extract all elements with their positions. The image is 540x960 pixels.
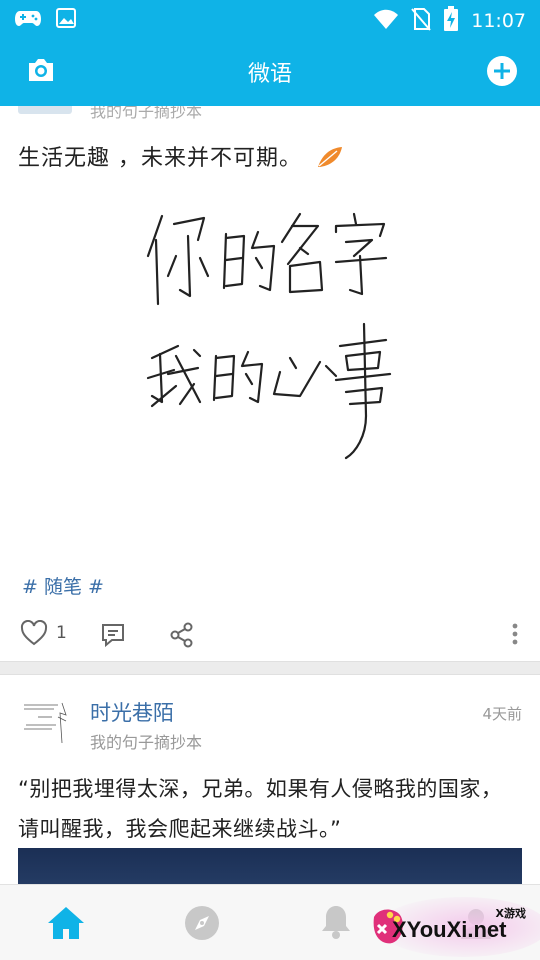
wifi-icon — [373, 8, 399, 34]
more-options-icon[interactable] — [512, 622, 518, 650]
post-text: “别把我埋得太深，兄弟。如果有人侵略我的国家，请叫醒我，我会爬起来继续战斗。” — [18, 777, 503, 841]
card-divider — [0, 661, 540, 675]
like-count: 1 — [56, 623, 67, 643]
post-source[interactable]: 我的句子摘抄本 — [90, 729, 202, 753]
home-icon[interactable] — [46, 905, 86, 945]
heart-icon — [20, 620, 48, 646]
share-icon[interactable] — [170, 622, 194, 652]
like-button[interactable]: 1 — [20, 620, 67, 646]
post-image[interactable] — [18, 848, 522, 884]
feed[interactable]: 我的句子摘抄本 生活无趣 ，未来并不可期。 # 随笔 # 1 时光巷陌 4天前 … — [0, 106, 540, 884]
comment-icon[interactable] — [100, 622, 126, 652]
watermark-text: XYouXi.net — [392, 917, 507, 942]
status-time: 11:07 — [471, 10, 526, 32]
gamepad-icon — [14, 8, 42, 32]
add-circle-icon[interactable] — [486, 55, 518, 91]
page-title: 微语 — [247, 62, 292, 87]
author-name[interactable]: 时光巷陌 — [90, 697, 174, 727]
bell-icon[interactable] — [320, 903, 352, 945]
post-time: 4天前 — [482, 705, 522, 723]
post-text-content: 生活无趣 ，未来并不可期。 — [18, 146, 302, 171]
battery-charging-icon — [443, 6, 459, 36]
feed-card[interactable]: 时光巷陌 4天前 我的句子摘抄本 “别把我埋得太深，兄弟。如果有人侵略我的国家，… — [0, 675, 540, 884]
compass-icon[interactable] — [184, 905, 220, 945]
avatar[interactable] — [18, 697, 72, 747]
feed-card[interactable]: 我的句子摘抄本 生活无趣 ，未来并不可期。 # 随笔 # 1 — [0, 106, 540, 661]
watermark-logo: X游戏 XYouXi.net — [368, 895, 540, 957]
no-sim-icon — [411, 7, 431, 35]
post-image[interactable] — [140, 196, 400, 466]
status-bar: 11:07 — [0, 0, 540, 38]
post-text: 生活无趣 ，未来并不可期。 — [18, 140, 344, 175]
image-icon — [56, 8, 76, 32]
leaf-icon — [316, 145, 344, 175]
author-badge — [18, 106, 72, 114]
app-bar: 微语 — [0, 38, 540, 106]
topic-tag[interactable]: # 随笔 # — [22, 572, 104, 599]
post-source[interactable]: 我的句子摘抄本 — [90, 106, 202, 122]
post-actions: 1 — [0, 614, 540, 658]
